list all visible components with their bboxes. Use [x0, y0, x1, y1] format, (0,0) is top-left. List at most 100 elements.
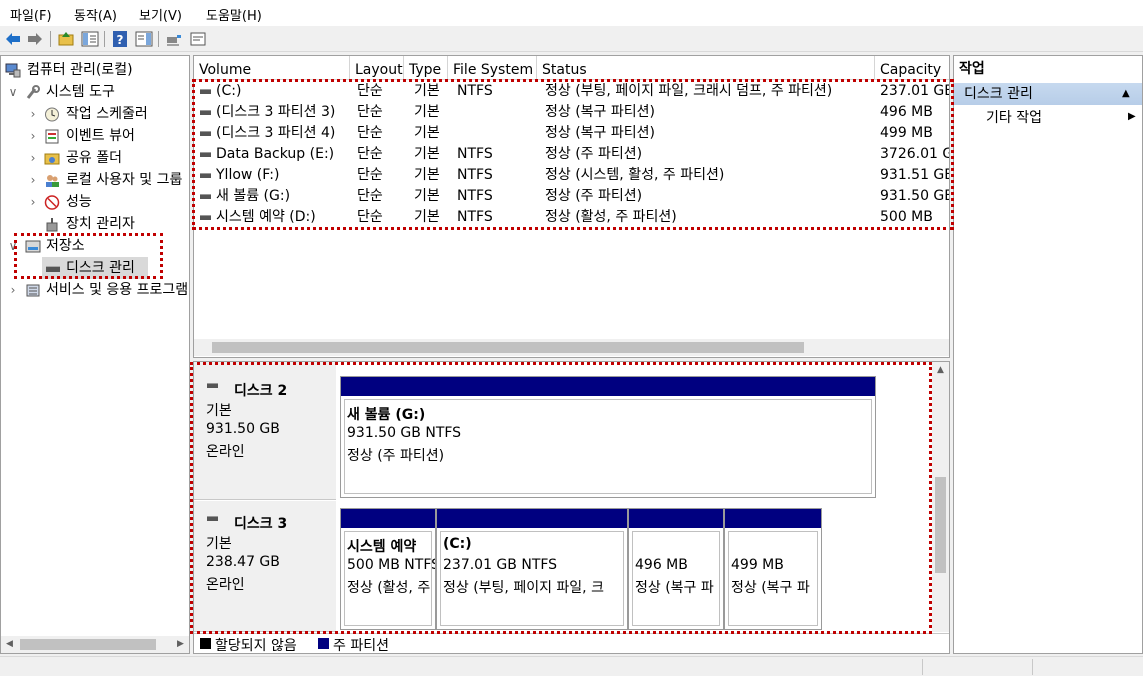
- tree-horizontal-scrollbar[interactable]: ◀ ▶: [1, 636, 189, 653]
- table-row[interactable]: (C:) 단순 기본 NTFS 정상 (부팅, 페이지 파일, 크래시 덤프, 주 파티…: [194, 81, 949, 102]
- tree-item-task-scheduler[interactable]: › 작업 스케줄러: [1, 103, 189, 125]
- cell-type: 기본: [414, 83, 440, 99]
- forward-arrow-icon[interactable]: [26, 30, 44, 48]
- shared-folder-icon: [44, 153, 60, 165]
- disk-2-label[interactable]: 디스크 2 기본 931.50 GB 온라인: [194, 362, 336, 500]
- scroll-left-icon[interactable]: ◀: [1, 636, 18, 653]
- scroll-thumb[interactable]: [935, 477, 946, 573]
- partition-recovery-3[interactable]: 496 MB 정상 (복구 파: [628, 508, 724, 630]
- back-arrow-icon[interactable]: [4, 30, 22, 48]
- cell-capacity: 500 MB: [880, 209, 933, 225]
- cell-fs: NTFS: [457, 167, 493, 183]
- tree-item-local-users[interactable]: › 로컬 사용자 및 그룹: [1, 169, 189, 191]
- cell-volume: Yllow (F:): [216, 167, 280, 183]
- column-capacity[interactable]: Capacity: [875, 56, 949, 80]
- column-type[interactable]: Type: [404, 56, 448, 80]
- actions-section-disk-management[interactable]: 디스크 관리 ▲: [954, 83, 1142, 105]
- scroll-up-icon[interactable]: ▲: [932, 362, 949, 379]
- menu-view[interactable]: 보기(V): [139, 5, 182, 24]
- tree-item-storage[interactable]: ∨ 저장소: [1, 235, 189, 257]
- users-icon: [46, 175, 59, 187]
- disk-3-label[interactable]: 디스크 3 기본 238.47 GB 온라인: [194, 501, 336, 632]
- scroll-right-icon[interactable]: ▶: [172, 636, 189, 653]
- help-icon[interactable]: ?: [111, 30, 129, 48]
- chevron-right-icon[interactable]: ›: [27, 147, 39, 169]
- cell-fs: NTFS: [457, 146, 493, 162]
- table-row[interactable]: 시스템 예약 (D:) 단순 기본 NTFS 정상 (활성, 주 파티션) 500 MB: [194, 207, 949, 228]
- cell-type: 기본: [414, 104, 440, 120]
- volume-icon: [200, 152, 211, 157]
- table-row[interactable]: Data Backup (E:) 단순 기본 NTFS 정상 (주 파티션) 3726.0…: [194, 144, 949, 165]
- scroll-thumb[interactable]: [20, 639, 156, 650]
- partition-c[interactable]: (C:) 237.01 GB NTFS 정상 (부팅, 페이지 파일, 크: [436, 508, 628, 630]
- tree-item-shared-folders[interactable]: › 공유 폴더: [1, 147, 189, 169]
- menu-file[interactable]: 파일(F): [10, 5, 52, 24]
- system-tools-icon: [26, 85, 40, 99]
- disk-icon: [207, 516, 218, 521]
- tree-item-performance[interactable]: › 성능: [1, 191, 189, 213]
- cell-fs: [457, 123, 537, 144]
- cell-capacity: 931.51 GB: [880, 167, 950, 183]
- tree-item-device-manager[interactable]: 장치 관리자: [1, 213, 189, 235]
- menu-action[interactable]: 동작(A): [74, 5, 117, 24]
- svg-text:?: ?: [117, 33, 124, 47]
- chevron-right-icon[interactable]: ›: [27, 169, 39, 191]
- cell-layout: 단순: [357, 104, 383, 120]
- cell-layout: 단순: [357, 167, 383, 183]
- scroll-thumb[interactable]: [212, 342, 804, 353]
- show-hide-action-pane-icon[interactable]: [135, 30, 153, 48]
- partition-recovery-4[interactable]: 499 MB 정상 (복구 파: [724, 508, 822, 630]
- cell-volume: (디스크 3 파티션 4): [216, 125, 336, 141]
- graph-vertical-scrollbar[interactable]: ▲: [932, 362, 949, 632]
- tree-item-services[interactable]: › 서비스 및 응용 프로그램: [1, 279, 189, 301]
- tree-item-event-viewer[interactable]: › 이벤트 뷰어: [1, 125, 189, 147]
- properties-icon[interactable]: [189, 30, 207, 48]
- tree-item-system-tools[interactable]: ∨ 시스템 도구: [1, 81, 189, 103]
- cell-volume: Data Backup (E:): [216, 146, 335, 162]
- tree-item-computer-management[interactable]: 컴퓨터 관리(로컬): [1, 59, 189, 81]
- up-folder-icon[interactable]: [57, 30, 75, 48]
- actions-header: 작업: [954, 56, 1142, 78]
- column-file-system[interactable]: File System: [448, 56, 537, 80]
- chevron-down-icon[interactable]: ∨: [7, 235, 19, 257]
- column-volume[interactable]: Volume: [194, 56, 350, 80]
- cell-status: 정상 (주 파티션): [545, 146, 643, 162]
- chevron-right-icon[interactable]: ›: [27, 125, 39, 147]
- table-row[interactable]: 새 볼륨 (G:) 단순 기본 NTFS 정상 (주 파티션) 931.50 GB: [194, 186, 949, 207]
- actions-more[interactable]: 기타 작업: [986, 107, 1042, 129]
- list-horizontal-scrollbar[interactable]: [194, 339, 949, 356]
- table-row[interactable]: (디스크 3 파티션 4) 단순 기본 정상 (복구 파티션) 499 MB: [194, 123, 949, 144]
- unallocated-swatch: [200, 638, 211, 649]
- cell-type: 기본: [414, 146, 440, 162]
- status-bar: [0, 656, 1143, 676]
- connect-icon[interactable]: [165, 30, 183, 48]
- show-hide-tree-icon[interactable]: [81, 30, 99, 48]
- cell-type: 기본: [414, 167, 440, 183]
- chevron-right-icon[interactable]: ›: [27, 103, 39, 125]
- volume-icon: [200, 89, 211, 94]
- cell-volume: 시스템 예약 (D:): [216, 209, 316, 225]
- column-status[interactable]: Status: [537, 56, 875, 80]
- cell-status: 정상 (시스템, 활성, 주 파티션): [545, 167, 725, 183]
- navigation-tree: 컴퓨터 관리(로컬) ∨ 시스템 도구 › 작업 스케줄러 › 이벤트 뷰어 ›…: [0, 55, 190, 654]
- volume-icon: [200, 215, 211, 220]
- chevron-right-icon[interactable]: ›: [27, 191, 39, 213]
- chevron-right-icon[interactable]: ›: [7, 279, 19, 301]
- partition-system-reserved[interactable]: 시스템 예약 500 MB NTFS 정상 (활성, 주: [340, 508, 436, 630]
- collapse-arrow-icon[interactable]: ▲: [1122, 83, 1130, 105]
- cell-layout: 단순: [357, 188, 383, 204]
- volume-icon: [200, 131, 211, 136]
- disk-graphical-view: 디스크 2 기본 931.50 GB 온라인 새 볼륨 (G:) 931.50 …: [193, 361, 950, 654]
- chevron-down-icon[interactable]: ∨: [7, 81, 19, 103]
- services-icon: [26, 284, 40, 297]
- disk-icon: [207, 383, 218, 388]
- column-layout[interactable]: Layout: [350, 56, 404, 80]
- tree-item-disk-management[interactable]: 디스크 관리: [42, 257, 148, 279]
- table-row[interactable]: (디스크 3 파티션 3) 단순 기본 정상 (복구 파티션) 496 MB: [194, 102, 949, 123]
- table-row[interactable]: Yllow (F:) 단순 기본 NTFS 정상 (시스템, 활성, 주 파티션) 931…: [194, 165, 950, 186]
- menu-help[interactable]: 도움말(H): [206, 5, 262, 24]
- partition-g[interactable]: 새 볼륨 (G:) 931.50 GB NTFS 정상 (주 파티션): [340, 376, 876, 498]
- cell-fs: NTFS: [457, 83, 493, 99]
- cell-volume: (디스크 3 파티션 3): [216, 104, 336, 120]
- primary-partition-bar: [341, 377, 875, 396]
